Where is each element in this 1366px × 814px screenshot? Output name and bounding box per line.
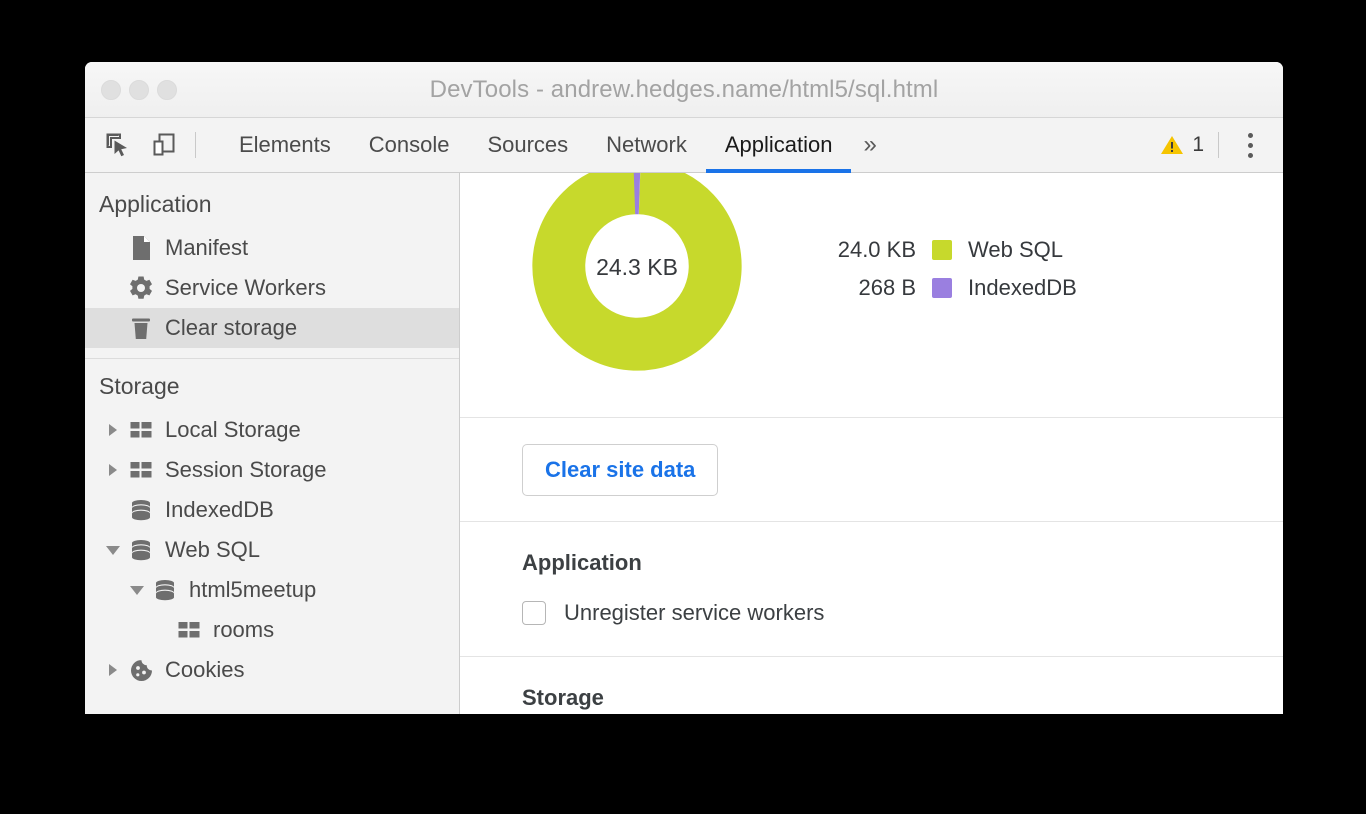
expand-collapse-triangle-icon[interactable]	[101, 664, 125, 676]
minimize-window-button[interactable]	[129, 80, 149, 100]
toolbar-divider	[195, 132, 196, 158]
clear-site-data-button[interactable]: Clear site data	[522, 444, 718, 496]
sidebar-divider	[85, 358, 459, 359]
device-toolbar-icon[interactable]	[147, 128, 181, 162]
sidebar-item-label: IndexedDB	[165, 499, 274, 521]
sidebar-section-storage-title: Storage	[85, 367, 459, 410]
sidebar-item-web-sql[interactable]: Web SQL	[85, 530, 459, 570]
sidebar-item-html5meetup[interactable]: html5meetup	[85, 570, 459, 610]
tab-console[interactable]: Console	[350, 118, 469, 172]
legend-value: 268 B	[812, 275, 916, 301]
tab-sources[interactable]: Sources	[468, 118, 587, 172]
legend-value: 24.0 KB	[812, 237, 916, 263]
database-icon	[149, 578, 181, 602]
toolbar-left-icons	[85, 118, 212, 172]
inspect-element-icon[interactable]	[101, 128, 135, 162]
gear-icon	[125, 275, 157, 301]
storage-usage-section: 24.3 KB 24.0 KB Web SQL 268 B IndexedDB	[460, 173, 1283, 418]
expand-collapse-triangle-icon[interactable]	[101, 424, 125, 436]
window-titlebar: DevTools - andrew.hedges.name/html5/sql.…	[85, 62, 1283, 118]
legend-swatch-indexeddb	[932, 278, 952, 298]
database-icon	[125, 538, 157, 562]
traffic-lights	[101, 80, 177, 100]
table-icon	[125, 418, 157, 442]
cookie-icon	[125, 658, 157, 683]
legend-label: IndexedDB	[968, 275, 1077, 301]
sidebar-item-session-storage[interactable]: Session Storage	[85, 450, 459, 490]
sidebar-item-clear-storage[interactable]: Clear storage	[85, 308, 459, 348]
sidebar-item-indexeddb[interactable]: IndexedDB	[85, 490, 459, 530]
more-tabs-icon[interactable]: »	[851, 118, 890, 172]
storage-options-heading: Storage	[522, 685, 1283, 711]
panel-tabs: Elements Console Sources Network Applica…	[220, 118, 891, 172]
tab-elements[interactable]: Elements	[220, 118, 350, 172]
database-icon	[125, 498, 157, 522]
kebab-menu-icon[interactable]	[1233, 127, 1267, 163]
legend-swatch-web-sql	[932, 240, 952, 260]
legend-label: Web SQL	[968, 237, 1063, 263]
clear-storage-panel: 24.3 KB 24.0 KB Web SQL 268 B IndexedDB	[460, 173, 1283, 714]
document-icon	[125, 235, 157, 261]
toolbar-divider-right	[1218, 132, 1219, 158]
sidebar-item-label: Local Storage	[165, 419, 301, 441]
unregister-service-workers-checkbox[interactable]	[522, 601, 546, 625]
window-title: DevTools - andrew.hedges.name/html5/sql.…	[430, 76, 939, 104]
option-row-unregister-service-workers[interactable]: Unregister service workers	[522, 600, 1283, 656]
sidebar-item-label: Service Workers	[165, 277, 326, 299]
warning-triangle-icon	[1160, 133, 1184, 157]
sidebar-item-manifest[interactable]: Manifest	[85, 228, 459, 268]
sidebar-item-local-storage[interactable]: Local Storage	[85, 410, 459, 450]
sidebar-item-label: Manifest	[165, 237, 248, 259]
devtools-body: Application Manifest	[85, 173, 1283, 714]
donut-svg	[522, 173, 752, 381]
sidebar-item-label: Clear storage	[165, 317, 297, 339]
sidebar-item-label: rooms	[213, 619, 274, 641]
option-label: Unregister service workers	[564, 600, 824, 626]
sidebar-item-label: Session Storage	[165, 459, 326, 481]
clear-site-data-section: Clear site data	[460, 418, 1283, 522]
legend-row-indexeddb: 268 B IndexedDB	[812, 269, 1077, 307]
sidebar-item-service-workers[interactable]: Service Workers	[85, 268, 459, 308]
storage-usage-legend: 24.0 KB Web SQL 268 B IndexedDB	[812, 231, 1077, 307]
toolbar-right-group: 1	[1150, 118, 1283, 172]
expand-collapse-triangle-icon[interactable]	[101, 546, 125, 555]
trash-icon	[125, 315, 157, 341]
devtools-toolbar: Elements Console Sources Network Applica…	[85, 118, 1283, 173]
storage-usage-donut-chart: 24.3 KB	[522, 173, 752, 383]
application-options-section: Application Unregister service workers	[460, 522, 1283, 657]
expand-collapse-triangle-icon[interactable]	[101, 464, 125, 476]
table-icon	[173, 618, 205, 642]
warning-counter[interactable]: 1	[1150, 133, 1214, 157]
close-window-button[interactable]	[101, 80, 121, 100]
sidebar-item-label: Cookies	[165, 659, 244, 681]
legend-row-web-sql: 24.0 KB Web SQL	[812, 231, 1077, 269]
tab-network[interactable]: Network	[587, 118, 706, 172]
tab-application[interactable]: Application	[706, 118, 852, 172]
sidebar-item-label: Web SQL	[165, 539, 260, 561]
sidebar-item-cookies[interactable]: Cookies	[85, 650, 459, 690]
storage-options-section: Storage	[460, 657, 1283, 714]
table-icon	[125, 458, 157, 482]
application-options-heading: Application	[522, 550, 1283, 576]
application-sidebar: Application Manifest	[85, 173, 460, 714]
warning-count-label: 1	[1192, 133, 1204, 157]
devtools-window: DevTools - andrew.hedges.name/html5/sql.…	[85, 62, 1283, 714]
sidebar-item-rooms[interactable]: rooms	[85, 610, 459, 650]
zoom-window-button[interactable]	[157, 80, 177, 100]
sidebar-item-label: html5meetup	[189, 579, 316, 601]
sidebar-section-application-title: Application	[85, 185, 459, 228]
expand-collapse-triangle-icon[interactable]	[125, 586, 149, 595]
